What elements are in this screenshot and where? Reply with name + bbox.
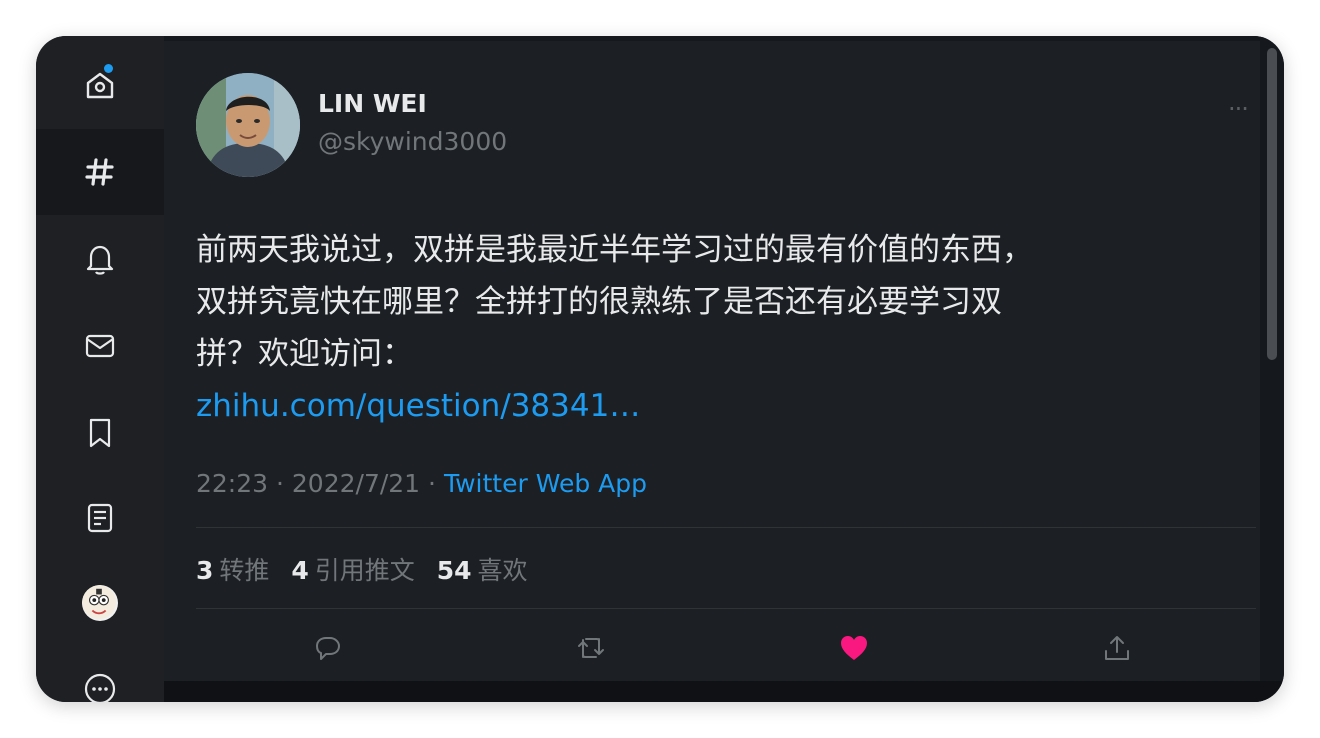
retweets-stat[interactable]: 3 转推	[196, 556, 283, 585]
more-options-icon[interactable]: ···	[1228, 95, 1249, 123]
quotes-stat[interactable]: 4 引用推文	[291, 556, 428, 585]
retweets-count: 3	[196, 556, 214, 585]
like-icon	[841, 636, 867, 660]
nav-explore[interactable]	[36, 129, 164, 215]
meta-separator: ·	[276, 469, 284, 498]
like-button[interactable]	[836, 630, 872, 666]
scrollbar[interactable]	[1267, 48, 1277, 360]
more-circle-icon	[84, 673, 116, 702]
tweet-link[interactable]: zhihu.com/question/38341…	[196, 380, 1226, 432]
retweet-button[interactable]	[573, 630, 609, 666]
mail-icon	[85, 334, 115, 358]
app-window: LIN WEI @skywind3000 ··· 前两天我说过，双拼是我最近半年…	[36, 36, 1284, 702]
tweet-text-line: 前两天我说过，双拼是我最近半年学习过的最有价值的东西，	[196, 232, 1033, 268]
main-content: LIN WEI @skywind3000 ··· 前两天我说过，双拼是我最近半年…	[164, 36, 1284, 702]
tweet-time[interactable]: 22:23	[196, 469, 268, 498]
divider	[196, 608, 1256, 609]
notification-dot	[104, 64, 113, 73]
bottom-bar	[164, 681, 1284, 702]
retweet-icon	[578, 638, 604, 658]
tweet-meta: 22:23 · 2022/7/21 · Twitter Web App	[196, 469, 647, 498]
author-handle[interactable]: @skywind3000	[318, 127, 507, 156]
sidebar	[36, 36, 164, 702]
list-icon	[87, 503, 113, 533]
retweets-label: 转推	[219, 556, 270, 585]
likes-count: 54	[436, 556, 472, 585]
author-avatar[interactable]	[196, 73, 300, 177]
bookmark-icon	[89, 418, 111, 448]
nav-profile[interactable]	[36, 560, 164, 646]
quotes-label: 引用推文	[314, 556, 415, 585]
profile-avatar	[82, 585, 118, 621]
share-icon	[1105, 636, 1129, 660]
home-icon	[86, 72, 114, 99]
reply-icon	[316, 637, 340, 660]
nav-more[interactable]	[36, 646, 164, 702]
tweet-text-line: 双拼究竟快在哪里？全拼打的很熟练了是否还有必要学习双	[196, 284, 1002, 320]
quotes-count: 4	[291, 556, 309, 585]
tweet-stats: 3 转推 4 引用推文 54 喜欢	[196, 551, 542, 587]
reply-button[interactable]	[310, 630, 346, 666]
nav-notifications[interactable]	[36, 216, 164, 302]
tweet-text: 前两天我说过，双拼是我最近半年学习过的最有价值的东西， 双拼究竟快在哪里？全拼打…	[196, 224, 1226, 432]
likes-label: 喜欢	[477, 556, 528, 585]
author-name[interactable]: LIN WEI	[318, 89, 427, 118]
nav-home[interactable]	[36, 42, 164, 128]
nav-messages[interactable]	[36, 303, 164, 389]
tweet-date[interactable]: 2022/7/21	[292, 469, 420, 498]
tweet-source-app[interactable]: Twitter Web App	[444, 469, 647, 498]
likes-stat[interactable]: 54 喜欢	[437, 556, 542, 585]
nav-bookmarks[interactable]	[36, 390, 164, 476]
hashtag-icon	[85, 158, 114, 186]
meta-separator: ·	[428, 469, 436, 498]
tweet-text-line: 拼？欢迎访问：	[196, 336, 413, 372]
nav-lists[interactable]	[36, 475, 164, 561]
bell-icon	[86, 245, 114, 275]
divider	[196, 527, 1256, 528]
share-button[interactable]	[1099, 630, 1135, 666]
tweet-detail: LIN WEI @skywind3000 ··· 前两天我说过，双拼是我最近半年…	[164, 41, 1260, 681]
